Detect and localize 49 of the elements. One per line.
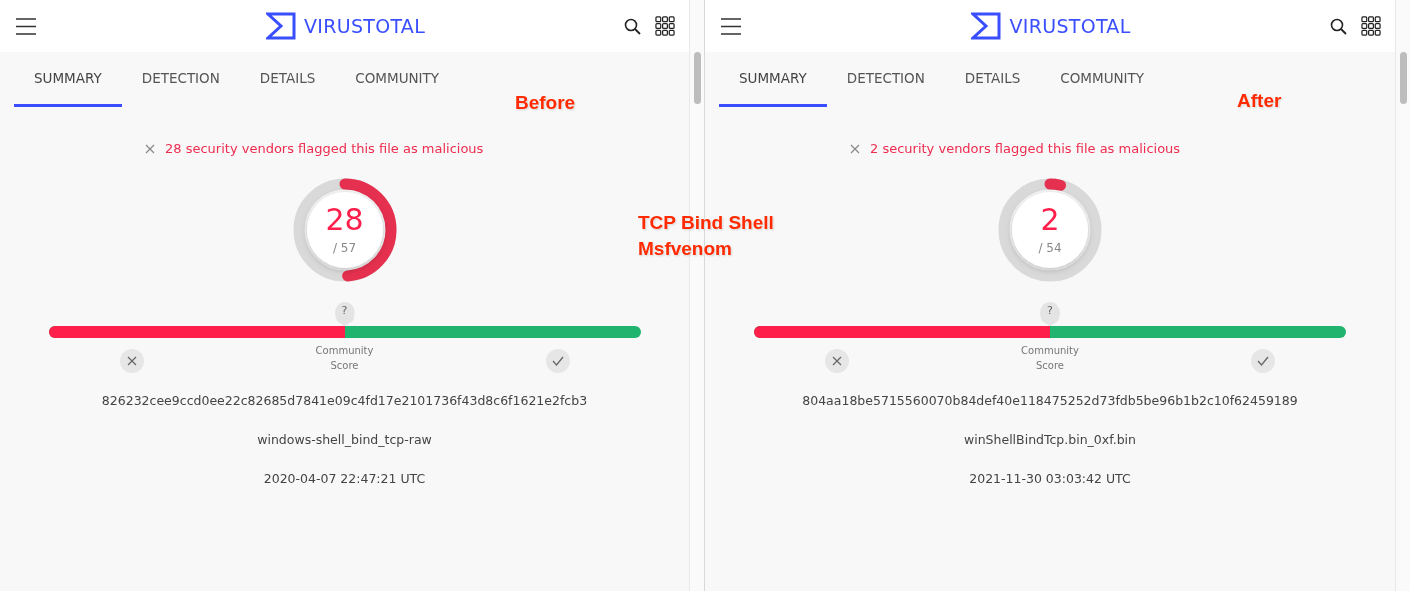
community-score-pin: ? <box>1040 302 1060 326</box>
tab[interactable]: DETAILS <box>944 52 1041 107</box>
tab[interactable]: DETECTION <box>826 52 945 107</box>
annotation-label: Msfvenom <box>638 237 733 261</box>
search-icon[interactable] <box>1330 17 1347 35</box>
community-score-label: Community Score <box>314 344 375 373</box>
tab[interactable]: SUMMARY <box>14 52 122 107</box>
apps-grid-icon[interactable] <box>655 16 675 36</box>
annotation-label: After <box>1237 90 1282 112</box>
apps-grid-icon[interactable] <box>1361 16 1381 36</box>
check-icon <box>1257 356 1269 366</box>
logo-icon <box>265 12 296 40</box>
vote-harmless-button[interactable] <box>545 349 570 373</box>
engine-total: / 57 <box>332 241 357 255</box>
scan-date: 2020-04-07 22:47:21 UTC <box>263 471 426 486</box>
annotation-label: Before <box>515 92 576 114</box>
vote-harmless-button[interactable] <box>1251 349 1275 373</box>
detection-alert-message: 28 security vendors flagged this file as malicious <box>165 141 484 156</box>
logo-icon <box>971 12 1002 40</box>
tab[interactable]: DETECTION <box>121 52 240 107</box>
logo-text: VIRUSTOTAL <box>303 15 425 37</box>
engine-total: / 54 <box>1038 241 1062 255</box>
check-icon <box>551 356 564 366</box>
file-name: winShellBindTcp.bin_0xf.bin <box>963 432 1136 447</box>
file-hash: 826232cee9ccd0ee22c82685d7841e09c4fd17e2101736f43d8c6f1621e2fcb3 <box>101 393 588 408</box>
community-score-pin: ? <box>334 302 355 326</box>
close-icon[interactable] <box>850 143 860 154</box>
detection-count: 2 <box>1040 205 1060 235</box>
close-icon[interactable] <box>145 143 155 154</box>
tab[interactable]: COMMUNITY <box>1040 52 1165 107</box>
x-icon <box>126 356 137 366</box>
menu-icon[interactable] <box>16 17 36 35</box>
annotation-label: TCP Bind Shell <box>638 211 774 235</box>
tab[interactable]: DETAILS <box>239 52 336 107</box>
file-name: windows-shell_bind_tcp-raw <box>257 432 432 447</box>
logo-text: VIRUSTOTAL <box>1009 15 1131 37</box>
vote-harmful-button[interactable] <box>119 349 144 373</box>
detection-alert-message: 2 security vendors flagged this file as malicious <box>870 141 1181 156</box>
scan-date: 2021-11-30 03:03:42 UTC <box>969 471 1131 486</box>
search-icon[interactable] <box>624 17 641 35</box>
tab[interactable]: SUMMARY <box>719 52 827 107</box>
file-hash: 804aa18be5715560070b84def40e118475252d73fdb5be96b1b2c10f62459189 <box>802 393 1298 408</box>
menu-icon[interactable] <box>721 17 741 35</box>
x-icon <box>832 356 842 366</box>
tab[interactable]: COMMUNITY <box>335 52 460 107</box>
detection-count: 28 <box>325 205 364 235</box>
scrollbar[interactable] <box>1395 0 1410 591</box>
vote-harmful-button[interactable] <box>825 349 849 373</box>
community-score-label: Community Score <box>1020 344 1080 373</box>
